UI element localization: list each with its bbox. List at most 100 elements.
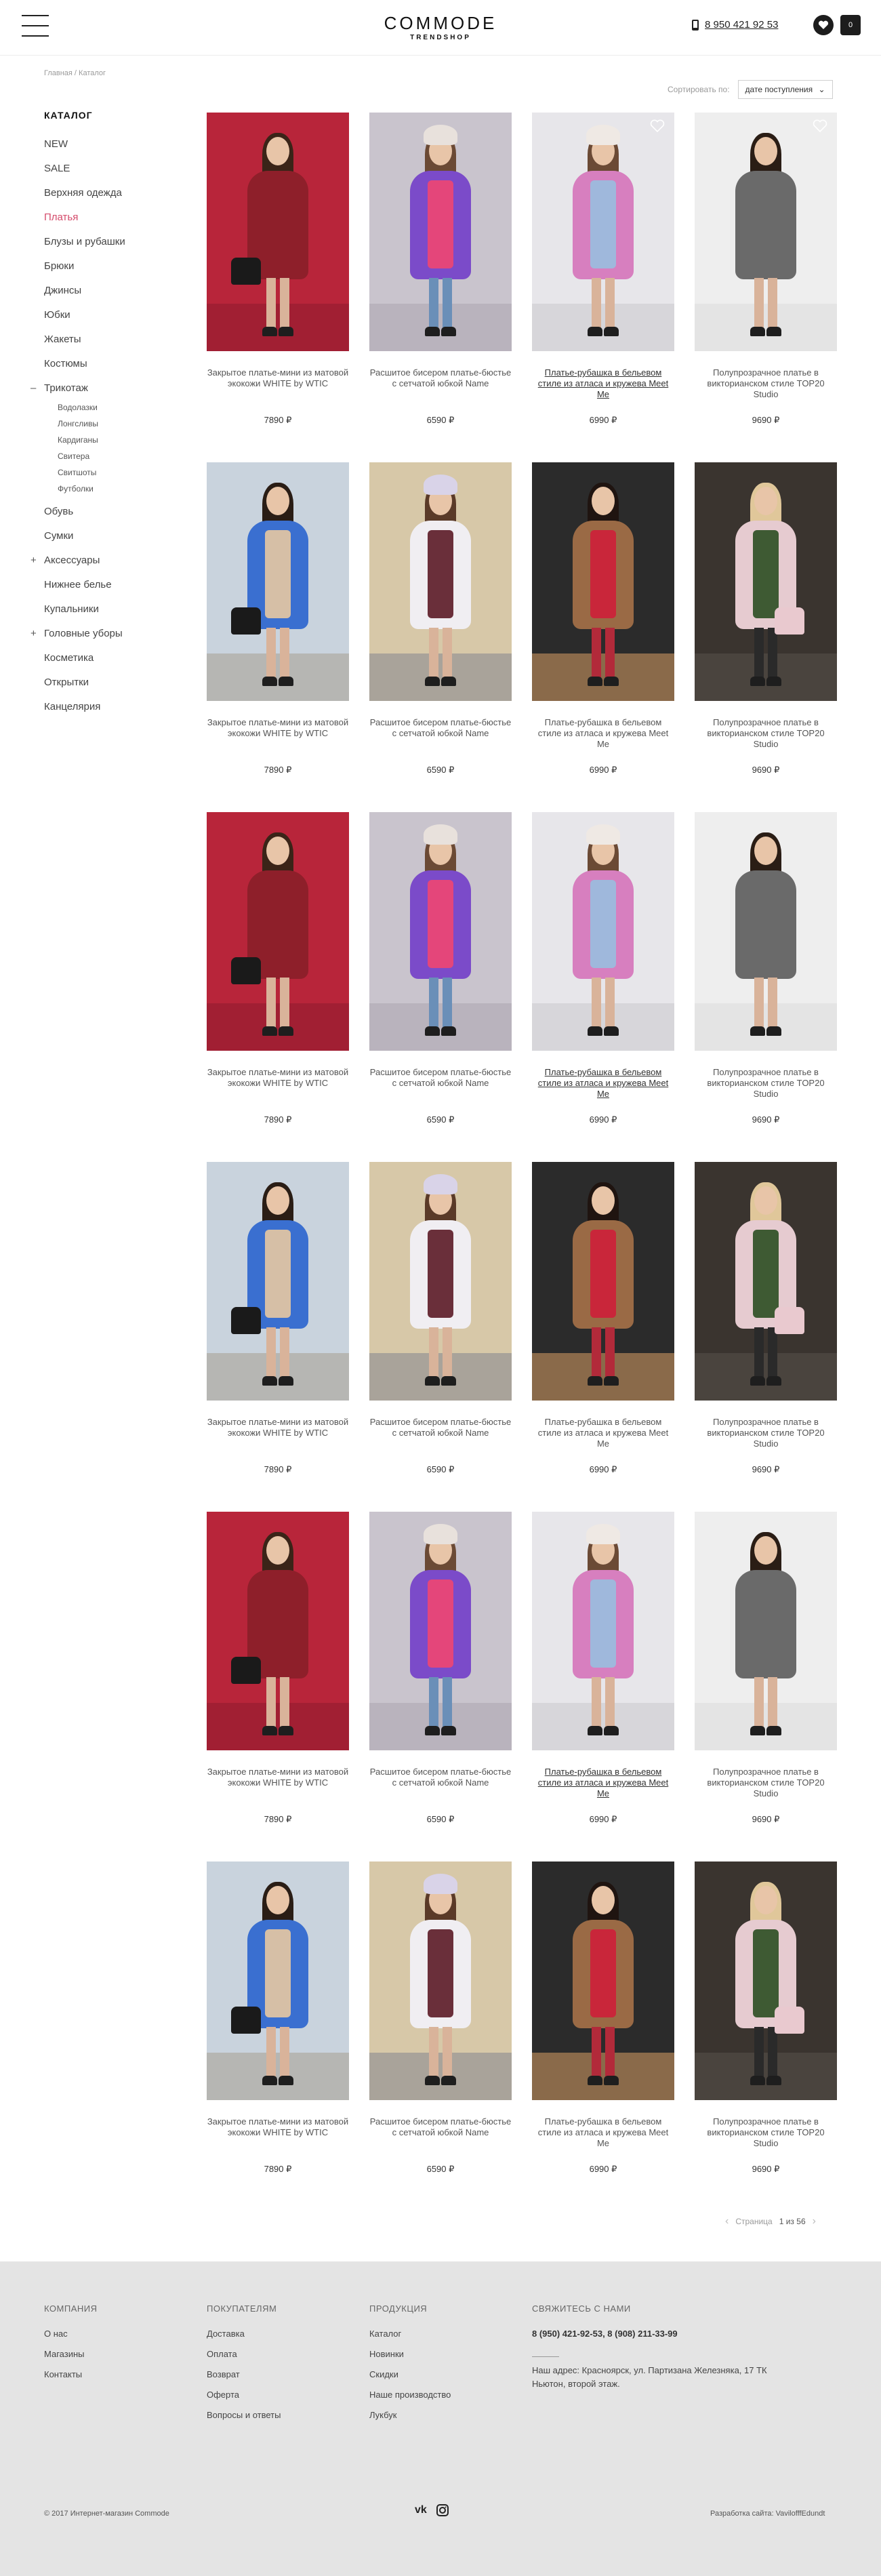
product-title[interactable]: Платье-рубашка в бельевом стиле из атлас… <box>532 1417 674 1449</box>
product-image[interactable] <box>695 1162 837 1401</box>
product-card[interactable]: Закрытое платье-мини из матовой экокожи … <box>207 812 349 1162</box>
product-card[interactable]: Платье-рубашка в бельевом стиле из атлас… <box>532 1512 674 1861</box>
product-card[interactable]: Закрытое платье-мини из матовой экокожи … <box>207 113 349 462</box>
product-title[interactable]: Расшитое бисером платье-бюстье с сетчато… <box>369 367 512 400</box>
product-title[interactable]: Закрытое платье-мини из матовой экокожи … <box>207 2116 349 2149</box>
sidebar-item[interactable]: Косметика <box>44 652 193 677</box>
sidebar-item[interactable]: Обувь <box>44 506 193 530</box>
sidebar-item[interactable]: + Аксессуары <box>30 555 193 579</box>
product-title[interactable]: Полупрозрачное платье в викторианском ст… <box>695 1067 837 1100</box>
product-image[interactable] <box>207 462 349 701</box>
sidebar-item[interactable]: Открытки <box>44 677 193 701</box>
product-image[interactable] <box>369 1162 512 1401</box>
product-card[interactable]: Платье-рубашка в бельевом стиле из атлас… <box>532 462 674 812</box>
product-title[interactable]: Расшитое бисером платье-бюстье с сетчато… <box>369 1067 512 1100</box>
product-card[interactable]: Расшитое бисером платье-бюстье с сетчато… <box>369 1861 512 2211</box>
product-image[interactable] <box>695 462 837 701</box>
sidebar-item[interactable]: Жакеты <box>44 334 193 358</box>
product-image[interactable] <box>207 1162 349 1401</box>
product-image[interactable] <box>369 1861 512 2100</box>
product-image[interactable] <box>532 462 674 701</box>
sidebar-subitem[interactable]: Свитера <box>44 450 193 466</box>
favorites-heart-icon[interactable] <box>813 15 834 35</box>
product-title[interactable]: Расшитое бисером платье-бюстье с сетчато… <box>369 1767 512 1799</box>
breadcrumb[interactable]: Главная / Каталог <box>44 69 106 77</box>
product-title[interactable]: Расшитое бисером платье-бюстье с сетчато… <box>369 2116 512 2149</box>
vk-icon[interactable]: vk <box>415 2504 427 2516</box>
sidebar-item[interactable]: + Головные уборы <box>30 628 193 652</box>
product-image[interactable] <box>532 1512 674 1750</box>
sidebar-item[interactable]: Верхняя одежда <box>44 187 193 212</box>
site-logo[interactable]: COMMODE TRENDSHOP <box>339 14 542 41</box>
sidebar-subitem[interactable]: Кардиганы <box>44 434 193 450</box>
product-card[interactable]: Полупрозрачное платье в викторианском ст… <box>695 1512 837 1861</box>
product-image[interactable] <box>695 812 837 1051</box>
sidebar-subitem[interactable]: Футболки <box>44 483 193 499</box>
footer-link[interactable]: Доставка <box>207 2329 281 2349</box>
expand-plus-icon[interactable]: + <box>30 555 37 567</box>
product-card[interactable]: Расшитое бисером платье-бюстье с сетчато… <box>369 462 512 812</box>
sidebar-item[interactable]: Платья <box>44 212 193 236</box>
product-image[interactable] <box>695 1512 837 1750</box>
product-card[interactable]: Расшитое бисером платье-бюстье с сетчато… <box>369 1162 512 1512</box>
product-card[interactable]: Полупрозрачное платье в викторианском ст… <box>695 812 837 1162</box>
product-title[interactable]: Закрытое платье-мини из матовой экокожи … <box>207 1417 349 1449</box>
sidebar-item[interactable]: SALE <box>44 163 193 187</box>
product-title[interactable]: Полупрозрачное платье в викторианском ст… <box>695 1767 837 1799</box>
sidebar-item[interactable]: Блузы и рубашки <box>44 236 193 260</box>
product-image[interactable] <box>369 462 512 701</box>
product-card[interactable]: Закрытое платье-мини из матовой экокожи … <box>207 1861 349 2211</box>
footer-link[interactable]: Вопросы и ответы <box>207 2410 281 2430</box>
product-image[interactable] <box>369 113 512 351</box>
sidebar-item[interactable]: Канцелярия <box>44 701 193 725</box>
sidebar-subitem[interactable]: Свитшоты <box>44 466 193 483</box>
product-image[interactable] <box>695 1861 837 2100</box>
footer-link[interactable]: Оплата <box>207 2349 281 2369</box>
sort-select[interactable]: дате поступления ⌄ <box>737 80 833 99</box>
product-title[interactable]: Закрытое платье-мини из матовой экокожи … <box>207 717 349 750</box>
product-image[interactable] <box>532 1162 674 1401</box>
footer-phones[interactable]: 8 (950) 421-92-53, 8 (908) 211-33-99 <box>532 2329 776 2339</box>
product-title[interactable]: Полупрозрачное платье в викторианском ст… <box>695 2116 837 2149</box>
footer-link[interactable]: Возврат <box>207 2369 281 2390</box>
phone-number[interactable]: 8 950 421 92 53 <box>705 19 778 31</box>
product-card[interactable]: Расшитое бисером платье-бюстье с сетчато… <box>369 812 512 1162</box>
footer-link[interactable]: Наше производство <box>369 2390 451 2410</box>
product-image[interactable] <box>207 1512 349 1750</box>
footer-developer[interactable]: Разработка сайта: VavilofffEdundt <box>710 2510 825 2518</box>
product-image[interactable] <box>207 812 349 1051</box>
header-phone[interactable]: 8 950 421 92 53 <box>691 19 778 31</box>
product-image[interactable] <box>207 1861 349 2100</box>
product-title[interactable]: Закрытое платье-мини из матовой экокожи … <box>207 1067 349 1100</box>
product-card[interactable]: Полупрозрачное платье в викторианском ст… <box>695 1861 837 2211</box>
prev-page-icon[interactable]: ‹ <box>725 2215 729 2228</box>
footer-link[interactable]: Контакты <box>44 2369 98 2390</box>
product-card[interactable]: Закрытое платье-мини из матовой экокожи … <box>207 462 349 812</box>
product-image[interactable] <box>369 812 512 1051</box>
product-title[interactable]: Платье-рубашка в бельевом стиле из атлас… <box>532 1067 674 1100</box>
next-page-icon[interactable]: › <box>813 2215 816 2228</box>
footer-link[interactable]: Оферта <box>207 2390 281 2410</box>
favorite-heart-icon[interactable] <box>813 119 827 134</box>
product-card[interactable]: Полупрозрачное платье в викторианском ст… <box>695 1162 837 1512</box>
footer-link[interactable]: Новинки <box>369 2349 451 2369</box>
product-title[interactable]: Расшитое бисером платье-бюстье с сетчато… <box>369 717 512 750</box>
sidebar-item[interactable]: NEW <box>44 138 193 163</box>
sidebar-subitem[interactable]: Лонгсливы <box>44 418 193 434</box>
footer-link[interactable]: Каталог <box>369 2329 451 2349</box>
product-image[interactable] <box>532 1861 674 2100</box>
product-image[interactable] <box>207 113 349 351</box>
product-title[interactable]: Расшитое бисером платье-бюстье с сетчато… <box>369 1417 512 1449</box>
product-title[interactable]: Платье-рубашка в бельевом стиле из атлас… <box>532 2116 674 2149</box>
product-image[interactable] <box>532 113 674 351</box>
favorite-heart-icon[interactable] <box>650 119 665 134</box>
product-card[interactable]: Расшитое бисером платье-бюстье с сетчато… <box>369 1512 512 1861</box>
sidebar-item[interactable]: Костюмы <box>44 358 193 382</box>
sidebar-item[interactable]: Юбки <box>44 309 193 334</box>
product-title[interactable]: Полупрозрачное платье в викторианском ст… <box>695 717 837 750</box>
cart-bag-icon[interactable]: 0 <box>840 15 861 35</box>
menu-burger-icon[interactable] <box>22 15 49 37</box>
product-title[interactable]: Закрытое платье-мини из матовой экокожи … <box>207 367 349 400</box>
product-image[interactable] <box>695 113 837 351</box>
collapse-minus-icon[interactable]: – <box>30 382 36 395</box>
